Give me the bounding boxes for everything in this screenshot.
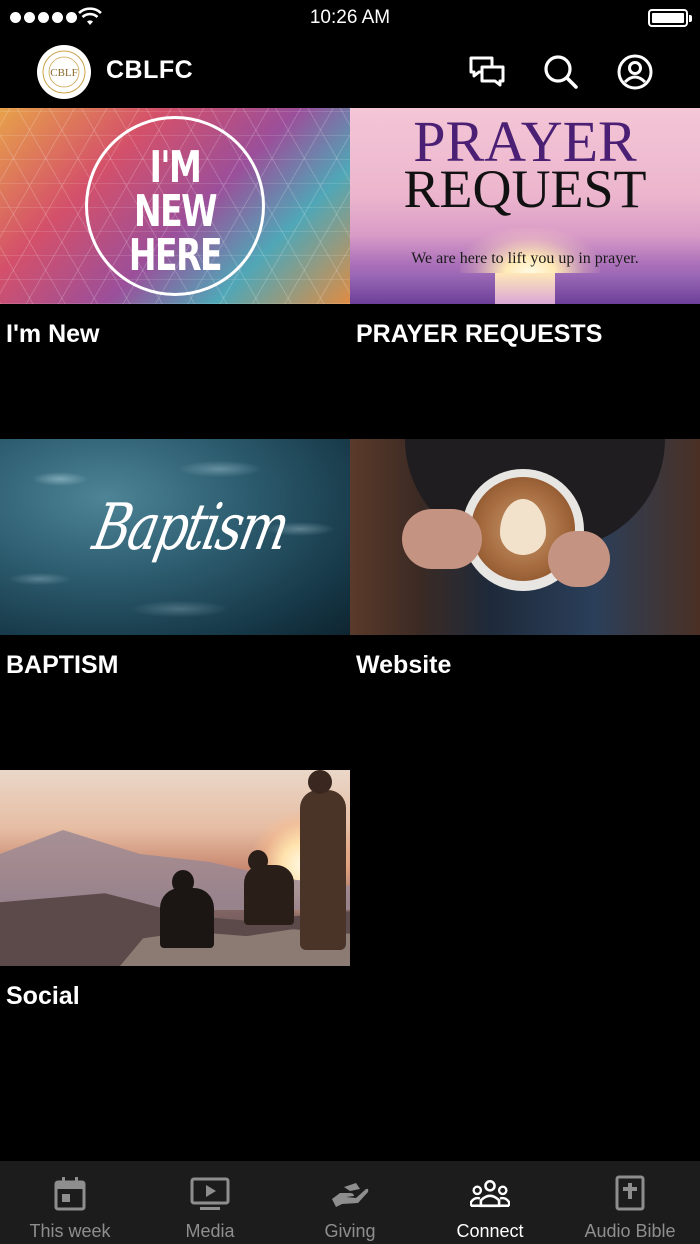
tab-this-week[interactable]: This week: [0, 1161, 140, 1244]
artwork-tagline: We are here to lift you up in prayer.: [411, 250, 639, 267]
battery-icon: [648, 9, 692, 27]
baptism-thumbnail: Baptism: [0, 439, 350, 635]
logo-seal-icon: CBLF: [42, 50, 86, 94]
card-baptism[interactable]: Baptism BAPTISM: [0, 439, 350, 770]
card-label: Website: [356, 651, 452, 679]
status-time: 10:26 AM: [309, 7, 391, 28]
card-social[interactable]: Social: [0, 770, 350, 1101]
giving-hand-icon: [330, 1174, 370, 1214]
tab-audio-bible[interactable]: Audio Bible: [560, 1161, 700, 1244]
app-title: CBLFC: [106, 56, 194, 84]
artwork-text-im: I'M: [149, 142, 202, 193]
prayer-request-thumbnail: PRAYER REQUEST We are here to lift you u…: [350, 108, 700, 304]
artwork-text-baptism: Baptism: [87, 491, 294, 565]
tab-label: Giving: [324, 1221, 376, 1241]
tab-label: This week: [29, 1221, 111, 1241]
tab-giving[interactable]: Giving: [280, 1161, 420, 1244]
church-logo[interactable]: CBLF: [37, 45, 91, 99]
sunset-hikers-thumbnail: [0, 770, 350, 966]
tab-label: Media: [185, 1221, 235, 1241]
search-icon[interactable]: [541, 52, 581, 92]
tab-label: Audio Bible: [584, 1221, 676, 1241]
artwork-text-new: NEW: [133, 186, 218, 237]
card-label: PRAYER REQUESTS: [356, 320, 603, 348]
coffee-cup-thumbnail: [350, 439, 700, 635]
tab-connect[interactable]: Connect: [420, 1161, 560, 1244]
artwork-text-request: REQUEST: [403, 159, 647, 219]
chat-icon[interactable]: [467, 52, 507, 92]
card-website[interactable]: Website: [350, 439, 700, 770]
people-icon: [470, 1174, 510, 1214]
account-icon[interactable]: [615, 52, 655, 92]
card-label: BAPTISM: [6, 651, 119, 679]
card-prayer-requests[interactable]: PRAYER REQUEST We are here to lift you u…: [350, 108, 700, 439]
calendar-icon: [50, 1174, 90, 1214]
artwork-text-here: HERE: [128, 230, 223, 281]
play-screen-icon: [190, 1174, 230, 1214]
card-label: I'm New: [6, 320, 100, 348]
im-new-thumbnail: I'M NEW HERE: [0, 108, 350, 304]
svg-text:CBLF: CBLF: [50, 67, 78, 79]
bible-icon: [610, 1174, 650, 1214]
status-bar: 10:26 AM: [0, 0, 700, 36]
tab-media[interactable]: Media: [140, 1161, 280, 1244]
app-header: CBLF CBLFC: [0, 36, 700, 108]
bottom-tab-bar: This week Media Giving Connect Audio Bib…: [0, 1161, 700, 1244]
card-label: Social: [6, 982, 80, 1010]
tab-label: Connect: [456, 1221, 524, 1241]
card-im-new[interactable]: I'M NEW HERE I'm New: [0, 108, 350, 439]
